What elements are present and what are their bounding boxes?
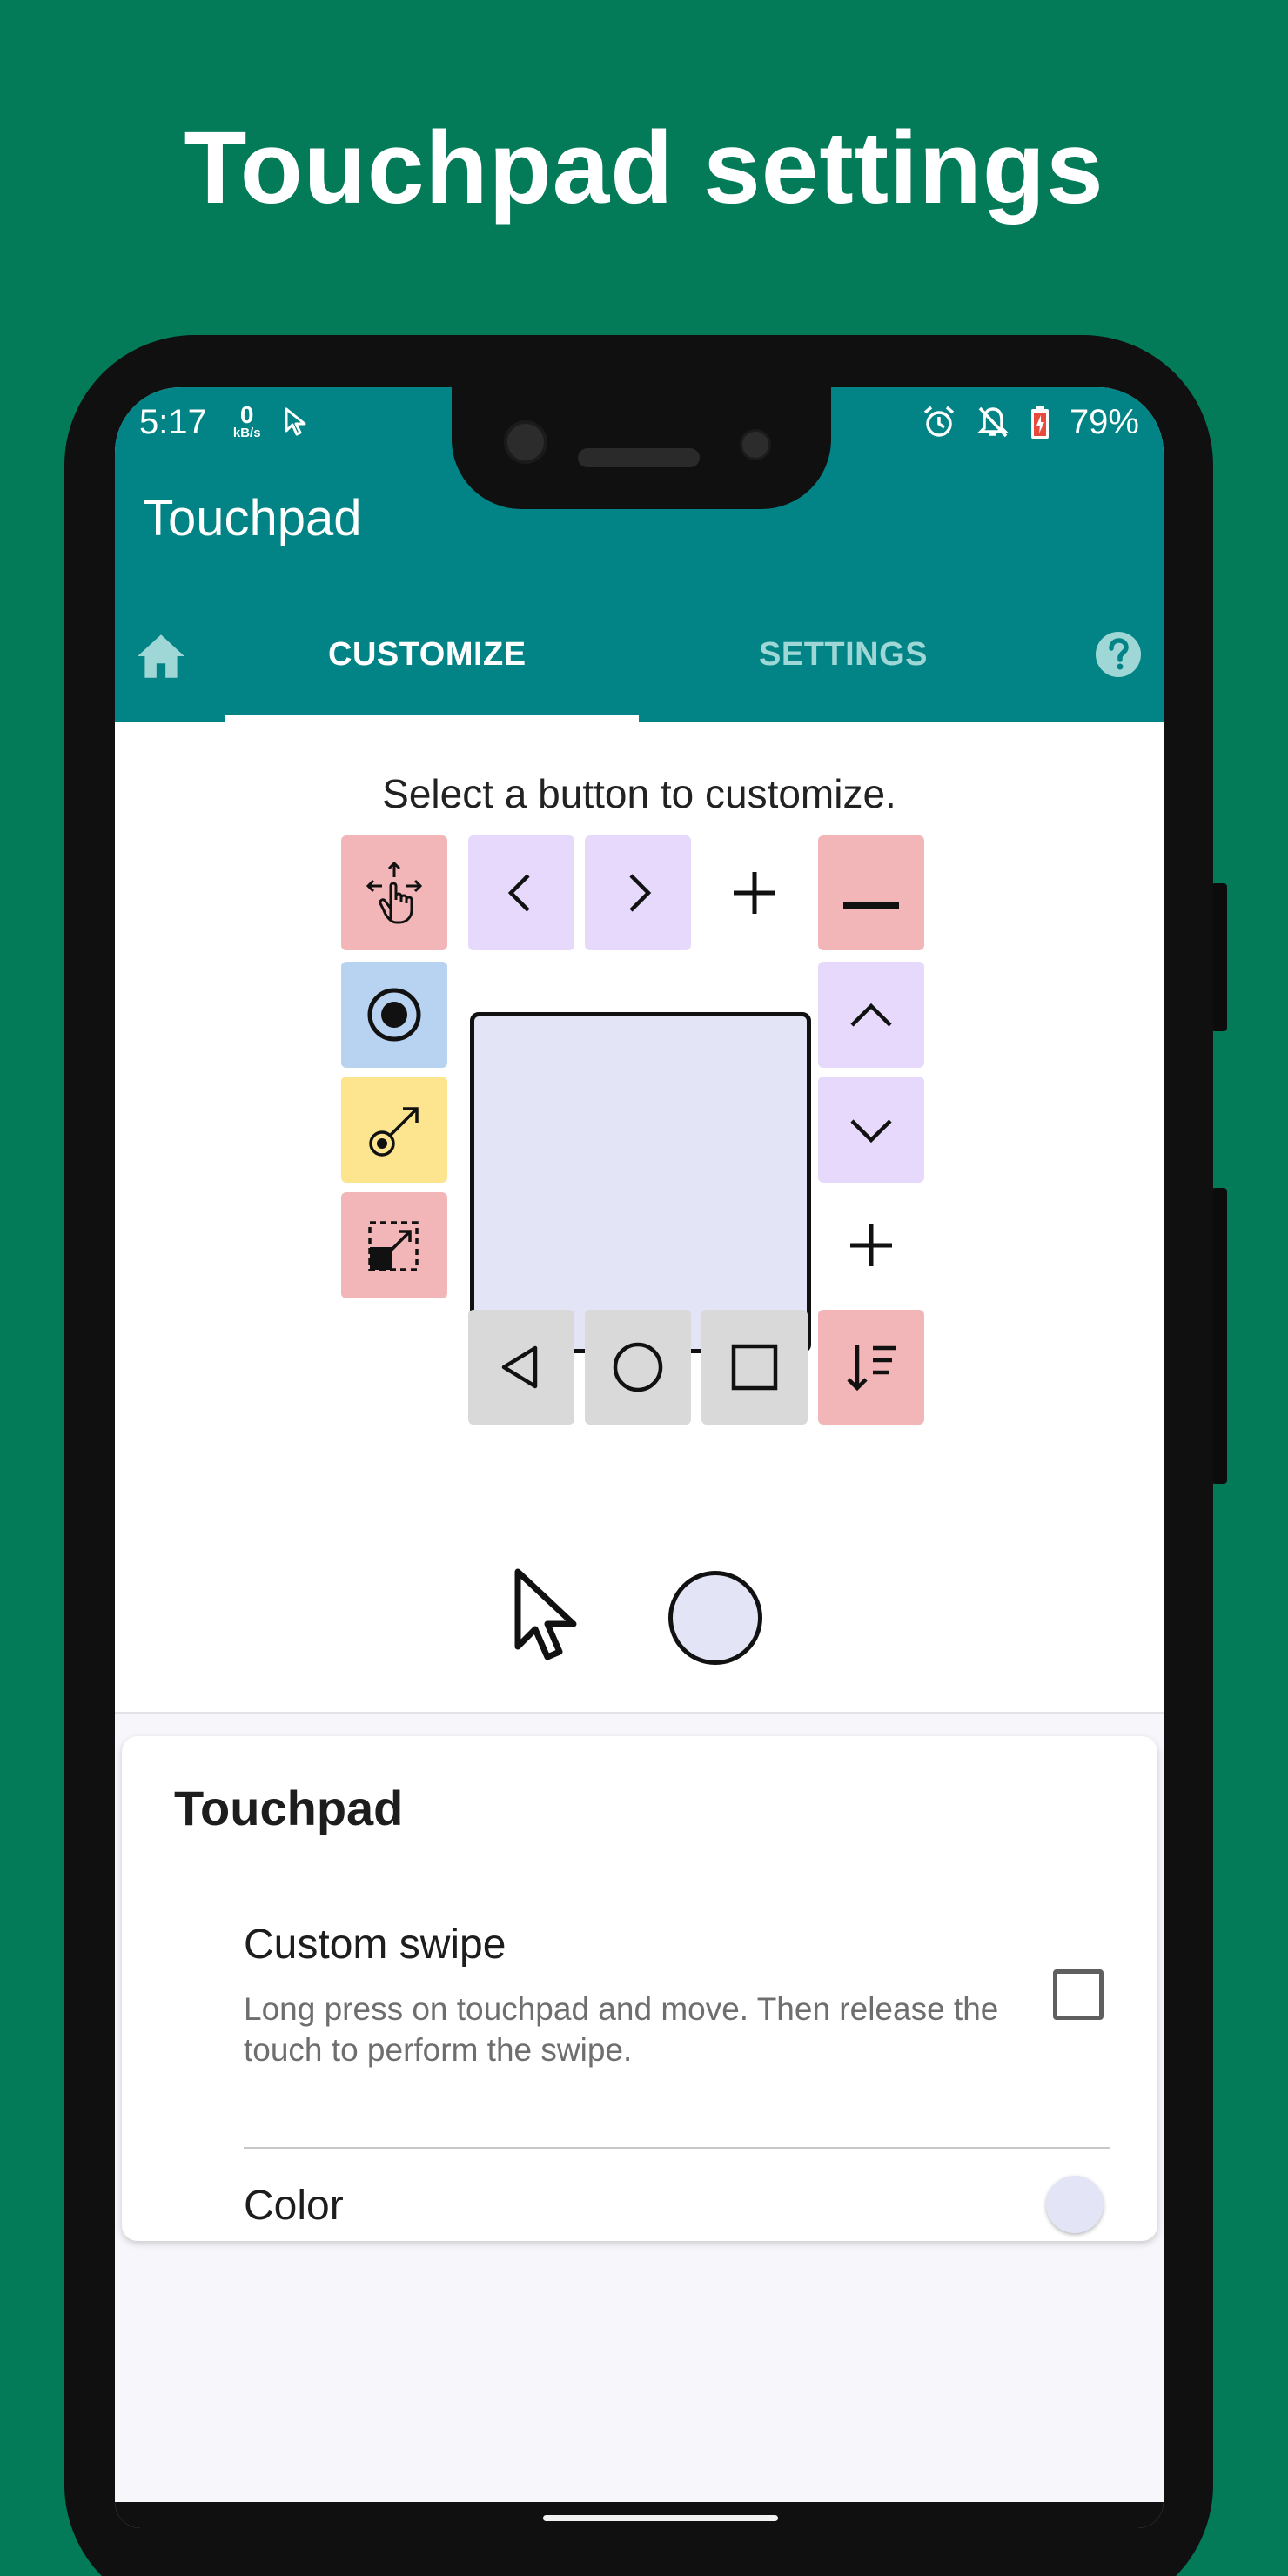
scroll-up-button[interactable] [818, 962, 924, 1068]
chevron-down-icon [850, 1119, 892, 1144]
radio-dot-icon [367, 988, 421, 1042]
home-circle-icon [613, 1342, 663, 1392]
minus-button[interactable] [818, 835, 924, 950]
select-area-button[interactable] [341, 1192, 447, 1298]
battery-percent: 79% [1069, 402, 1139, 441]
click-button[interactable] [341, 962, 447, 1068]
custom-swipe-title[interactable]: Custom swipe [244, 1921, 506, 1969]
pointer-move-icon [369, 1107, 419, 1157]
battery-icon [1030, 406, 1049, 439]
drag-icon [366, 861, 423, 924]
camera-notch [452, 387, 831, 509]
next-button[interactable] [585, 835, 691, 950]
drag-button[interactable] [341, 835, 447, 950]
color-swatch[interactable] [1046, 2176, 1104, 2233]
add-icon [734, 872, 775, 914]
front-sensor [740, 429, 771, 460]
sort-icon [847, 1345, 896, 1392]
status-bar-left: 5:17 0 kB/s [139, 387, 308, 457]
promo-headline: Touchpad settings [184, 111, 1104, 225]
cursor-style-circle[interactable] [668, 1571, 762, 1665]
scroll-down-button[interactable] [818, 1077, 924, 1183]
tab-settings[interactable]: SETTINGS [759, 636, 928, 674]
pointer-move-button[interactable] [341, 1077, 447, 1183]
net-speed-value: 0 [239, 401, 254, 428]
color-title[interactable]: Color [244, 2147, 344, 2230]
custom-swipe-summary: Long press on touchpad and move. Then re… [244, 1991, 999, 2068]
chevron-left-icon [507, 874, 530, 912]
notifications-off-icon [976, 406, 1010, 438]
tab-indicator [225, 715, 639, 722]
front-camera [504, 420, 547, 464]
card-title: Touchpad [174, 1781, 404, 1835]
home-icon[interactable] [134, 629, 188, 683]
customize-panel: Select a button to customize. [115, 722, 1164, 1714]
help-icon[interactable] [1095, 631, 1142, 678]
tab-bar: CUSTOMIZE SETTINGS [115, 605, 1164, 722]
app-title: Touchpad [143, 490, 362, 547]
previous-button[interactable] [468, 835, 574, 950]
earpiece-speaker [578, 448, 700, 467]
chevron-right-icon [629, 874, 652, 912]
cursor-status-icon [285, 407, 306, 436]
net-speed-unit: kB/s [232, 426, 261, 440]
phone-screen: 5:17 0 kB/s 79% Touchpad CUSTOMIZE SETTI… [115, 387, 1164, 2528]
app-bar: 5:17 0 kB/s 79% Touchpad CUSTOMIZE SETTI… [115, 387, 1164, 722]
touchpad-area[interactable] [470, 1012, 811, 1353]
alarm-icon [923, 406, 955, 437]
cursor-style-arrow[interactable] [511, 1566, 589, 1662]
home-gesture-handle[interactable] [543, 2515, 778, 2521]
select-area-icon [368, 1221, 419, 1271]
customize-hint: Select a button to customize. [382, 771, 896, 816]
nav-back-button[interactable] [468, 1310, 574, 1425]
status-time: 5:17 [139, 402, 207, 441]
back-triangle-icon [501, 1345, 538, 1389]
custom-swipe-checkbox[interactable] [1053, 1969, 1104, 2020]
phone-power-button [1211, 883, 1227, 1031]
recents-square-icon [731, 1344, 778, 1391]
add-right-button[interactable] [818, 1192, 924, 1298]
divider [244, 2147, 1110, 2149]
net-speed: 0 kB/s [232, 401, 261, 440]
phone-volume-button [1211, 1188, 1227, 1484]
sort-button[interactable] [818, 1310, 924, 1425]
nav-home-button[interactable] [585, 1310, 691, 1425]
chevron-up-icon [850, 1003, 892, 1027]
nav-recents-button[interactable] [701, 1310, 808, 1425]
touchpad-settings-card: Touchpad Custom swipe Long press on touc… [122, 1736, 1157, 2241]
add-icon [850, 1224, 892, 1266]
add-top-button[interactable] [701, 835, 808, 950]
tab-customize[interactable]: CUSTOMIZE [328, 636, 527, 674]
minus-icon [843, 902, 899, 909]
status-bar-right: 79% [922, 387, 1139, 457]
